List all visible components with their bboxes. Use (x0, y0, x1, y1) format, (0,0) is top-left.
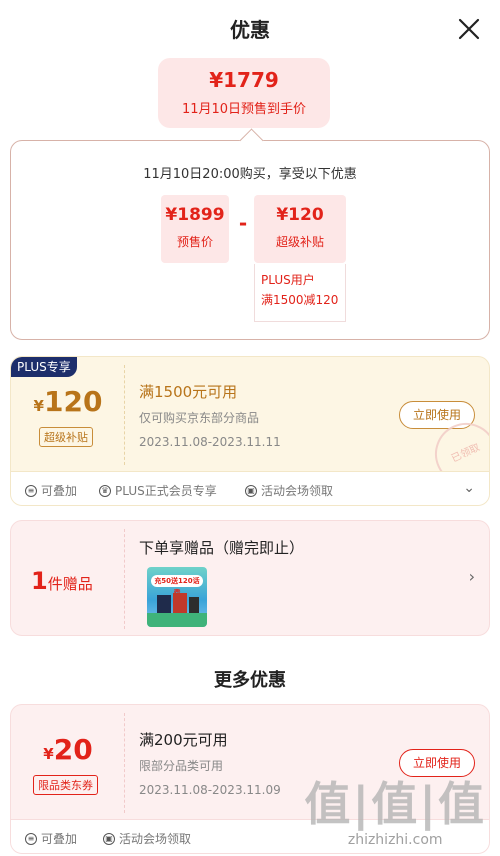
presale-price-value: ¥1899 (165, 205, 225, 225)
subsidy-value: ¥120 (276, 205, 324, 225)
plus-user-note: PLUS用户 满1500减120 (254, 264, 346, 322)
coupon-amount: ¥20 (11, 733, 125, 766)
coupon-main: PLUS专享 ¥120 超级补贴 满1500元可用 仅可购买京东部分商品 202… (11, 357, 489, 496)
coupon-type-tag: 超级补贴 (39, 427, 93, 447)
meta-stackable: ≡ 可叠加 (25, 482, 77, 499)
coupon-amount: ¥120 (11, 385, 125, 418)
chevron-right-icon[interactable]: › (469, 567, 475, 586)
gift-count-number: 1 (31, 567, 48, 595)
meta-plus-member: ♛ PLUS正式会员专享 (99, 482, 217, 499)
gift-box-1 (157, 595, 171, 613)
coupon-title: 满1500元可用 (139, 383, 238, 401)
coupon-period: 2023.11.08-2023.11.11 (139, 435, 281, 449)
gift-divider (124, 529, 125, 629)
gift-count-unit: 件赠品 (47, 575, 93, 593)
gift-image-badge: 充50送120话费 (151, 575, 203, 597)
plus-note-line2: 满1500减120 (261, 293, 339, 307)
coupon-sheet: 优惠 ¥1779 11月10日预售到手价 11月10日20:00购买，享受以下优… (0, 0, 500, 856)
stack-icon: ≡ (25, 832, 37, 845)
coupon-desc: 仅可购买京东部分商品 (139, 411, 260, 425)
gift-count-column: 1件赠品 (11, 521, 125, 635)
ticket-icon: ▣ (103, 832, 115, 845)
amount-number: 120 (43, 385, 103, 418)
currency-symbol: ¥ (33, 397, 44, 415)
presale-amount: ¥1779 (209, 68, 279, 92)
gift-image[interactable]: 充50送120话费 (147, 567, 207, 627)
gift-card[interactable]: 1件赠品 下单享赠品（赠完即止） 充50送120话费 › (10, 520, 490, 636)
coupon-value-column: ¥20 限品类东券 (11, 705, 125, 819)
plus-coupon-card: PLUS专享 ¥120 超级补贴 满1500元可用 仅可购买京东部分商品 202… (10, 356, 490, 506)
presale-label: 11月10日预售到手价 (181, 102, 307, 117)
sheet-title: 优惠 (230, 18, 270, 42)
watermark-logo: 值|值|值 (304, 777, 486, 831)
ticket-icon: ▣ (245, 484, 257, 497)
meta-stackable: ≡ 可叠加 (25, 830, 77, 847)
gift-title: 下单享赠品（赠完即止） (139, 539, 305, 557)
close-button[interactable] (458, 18, 480, 40)
watermark-url: zhizhizhi.com (347, 832, 443, 848)
site-watermark: 值|值|值 zhizhizhi.com (304, 768, 486, 848)
gift-floor (147, 613, 207, 627)
coupon-value-column: ¥120 超级补贴 (11, 357, 125, 471)
coupon-meta-bar: ≡ 可叠加 ♛ PLUS正式会员专享 ▣ 活动会场领取 ⌄ (11, 471, 489, 505)
coupon-desc: 限部分品类可用 (139, 759, 224, 773)
plus-note-line1: PLUS用户 (261, 273, 315, 287)
minus-sign: - (238, 211, 248, 235)
calc-headline: 11月10日20:00购买，享受以下优惠 (143, 167, 357, 182)
currency-symbol: ¥ (43, 745, 54, 763)
gift-box-3 (189, 597, 199, 613)
discount-calculation-card: 11月10日20:00购买，享受以下优惠 ¥1899 预售价 - ¥120 超级… (10, 140, 490, 340)
super-subsidy-box: ¥120 超级补贴 (254, 195, 346, 263)
crown-icon: ♛ (99, 484, 111, 497)
amount-number: 20 (53, 733, 93, 766)
coupon-type-tag: 限品类东券 (33, 775, 98, 795)
gift-count: 1件赠品 (31, 567, 93, 595)
chevron-down-icon[interactable]: ⌄ (463, 480, 475, 496)
presale-price-label: 预售价 (176, 235, 213, 249)
coupon-divider (124, 713, 125, 813)
more-offers-title: 更多优惠 (214, 670, 286, 691)
coupon-period: 2023.11.08-2023.11.09 (139, 783, 281, 797)
sheet-header: 优惠 (0, 0, 500, 60)
close-icon (458, 18, 480, 40)
meta-venue-claim: ▣ 活动会场领取 (245, 482, 333, 499)
coupon-divider (124, 365, 125, 465)
gift-box-2 (173, 593, 187, 613)
stack-icon: ≡ (25, 484, 37, 497)
subsidy-label: 超级补贴 (275, 235, 324, 249)
coupon-title: 满200元可用 (139, 731, 228, 749)
meta-venue-claim: ▣ 活动会场领取 (103, 830, 191, 847)
presale-price-box: ¥1779 11月10日预售到手价 (158, 58, 330, 128)
presale-price-box-small: ¥1899 预售价 (161, 195, 229, 263)
